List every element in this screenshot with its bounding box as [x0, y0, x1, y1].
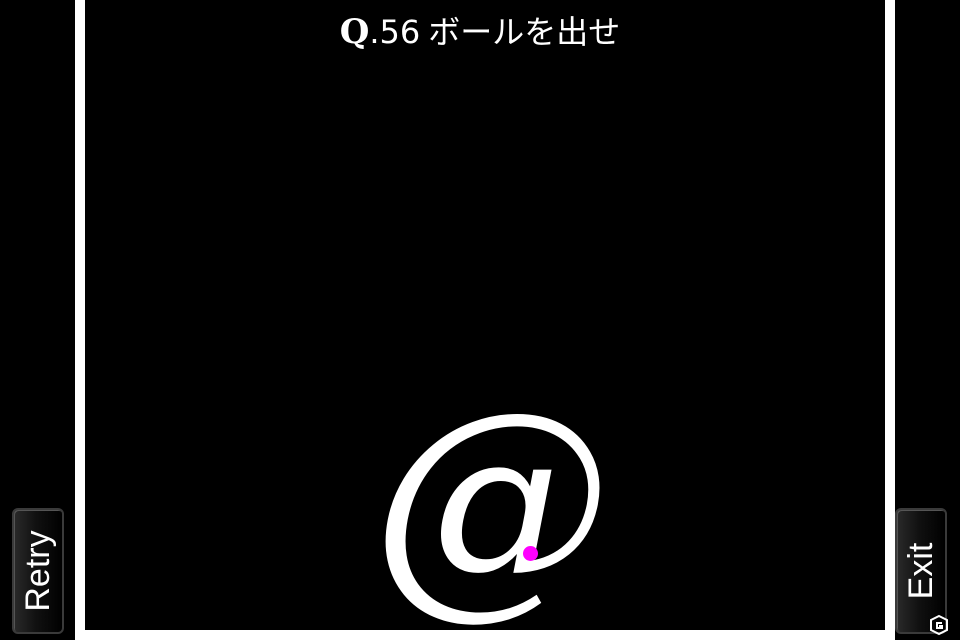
retry-button-label: Retry	[19, 530, 57, 612]
at-sign-puzzle-object[interactable]: @	[372, 365, 612, 635]
question-text: ボールを出せ	[428, 13, 621, 51]
exit-button-label: Exit	[902, 542, 940, 600]
game-screen: Q.56 ボールを出せ @ Retry Exit	[0, 0, 960, 640]
ball[interactable]	[523, 546, 538, 561]
question-number: .56	[369, 13, 421, 51]
site-logo-icon	[930, 614, 948, 636]
question-title: Q.56 ボールを出せ	[0, 12, 960, 52]
retry-button[interactable]: Retry	[12, 508, 64, 634]
question-prefix: Q	[339, 12, 370, 52]
